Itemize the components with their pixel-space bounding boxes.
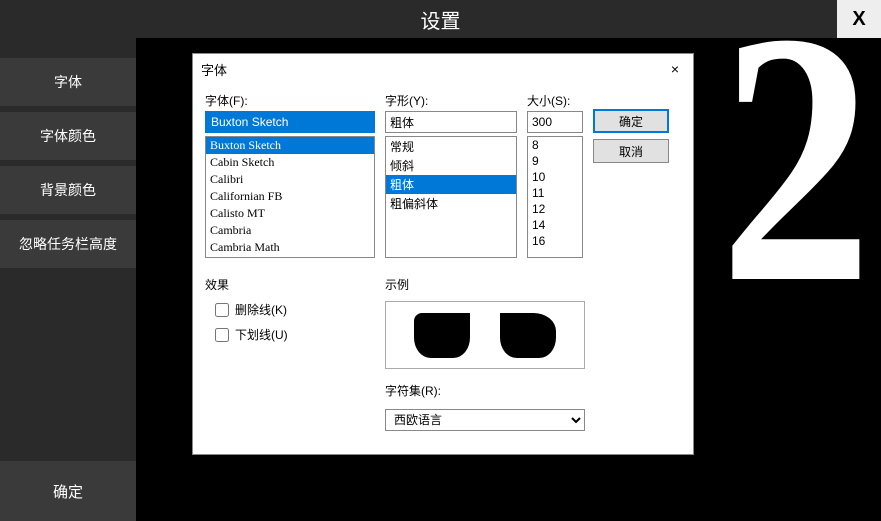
sidebar-item-ignore-taskbar[interactable]: 忽略任务栏高度 (0, 220, 136, 268)
sample-box (385, 301, 585, 369)
style-option[interactable]: 倾斜 (386, 156, 516, 175)
effects-group: 效果 删除线(K) 下划线(U) (205, 276, 375, 351)
dialog-title: 字体 (201, 60, 665, 79)
sidebar-item-font-color[interactable]: 字体颜色 (0, 112, 136, 160)
style-option[interactable]: 粗体 (386, 175, 516, 194)
size-option[interactable]: 8 (528, 137, 582, 153)
font-label: 字体(F): (205, 92, 375, 109)
underline-checkbox[interactable] (215, 328, 229, 342)
style-label: 字形(Y): (385, 92, 517, 109)
sidebar-item-font[interactable]: 字体 (0, 58, 136, 106)
font-input[interactable] (205, 111, 375, 133)
size-label: 大小(S): (527, 92, 583, 109)
sample-glyph (500, 313, 556, 358)
font-option[interactable]: Californian FB (206, 188, 374, 205)
font-option[interactable]: Calibri (206, 171, 374, 188)
app-body: 字体 字体颜色 背景颜色 忽略任务栏高度 确定 2 字体 × 字体(F): (0, 38, 881, 521)
strike-label: 删除线(K) (235, 301, 287, 318)
sample-label: 示例 (385, 276, 585, 293)
style-listbox[interactable]: 常规 倾斜 粗体 粗偏斜体 (385, 136, 517, 258)
sidebar: 字体 字体颜色 背景颜色 忽略任务栏高度 确定 (0, 38, 136, 521)
size-input[interactable] (527, 111, 583, 133)
cancel-button[interactable]: 取消 (593, 139, 669, 163)
sample-group: 示例 (385, 276, 585, 369)
main-area: 2 字体 × 字体(F): Buxton Sketch Cabin Sketch… (136, 38, 881, 521)
dialog-close-button[interactable]: × (665, 59, 685, 79)
size-option[interactable]: 9 (528, 153, 582, 169)
underline-label: 下划线(U) (235, 326, 288, 343)
font-dialog: 字体 × 字体(F): Buxton Sketch Cabin Sketch C… (192, 53, 694, 455)
strike-checkbox[interactable] (215, 303, 229, 317)
charset-select[interactable]: 西欧语言 (385, 409, 585, 431)
size-option[interactable]: 11 (528, 185, 582, 201)
sidebar-ok-button[interactable]: 确定 (0, 461, 136, 521)
sample-glyph (414, 313, 470, 358)
ok-button[interactable]: 确定 (593, 109, 669, 133)
style-option[interactable]: 常规 (386, 137, 516, 156)
font-option[interactable]: Buxton Sketch (206, 137, 374, 154)
font-option[interactable]: Calisto MT (206, 205, 374, 222)
size-option[interactable]: 10 (528, 169, 582, 185)
font-option[interactable]: Cambria (206, 222, 374, 239)
font-listbox[interactable]: Buxton Sketch Cabin Sketch Calibri Calif… (205, 136, 375, 258)
size-option[interactable]: 14 (528, 217, 582, 233)
effects-label: 效果 (205, 276, 375, 293)
background-glyph: 2 (720, 38, 873, 338)
titlebar-close-button[interactable]: X (837, 0, 881, 38)
dialog-body: 字体(F): Buxton Sketch Cabin Sketch Calibr… (193, 84, 693, 454)
size-listbox[interactable]: 8 9 10 11 12 14 16 (527, 136, 583, 258)
title-bar: 设置 X (0, 0, 881, 38)
charset-label: 字符集(R): (385, 382, 585, 399)
sidebar-item-bg-color[interactable]: 背景颜色 (0, 166, 136, 214)
size-option[interactable]: 16 (528, 233, 582, 249)
style-option[interactable]: 粗偏斜体 (386, 194, 516, 213)
charset-group: 字符集(R): 西欧语言 (385, 382, 585, 431)
font-option[interactable]: Cabin Sketch (206, 154, 374, 171)
size-option[interactable]: 12 (528, 201, 582, 217)
style-input[interactable] (385, 111, 517, 133)
font-option[interactable]: Cambria Math (206, 239, 374, 256)
dialog-header: 字体 × (193, 54, 693, 84)
title-bar-text: 设置 (421, 5, 461, 34)
